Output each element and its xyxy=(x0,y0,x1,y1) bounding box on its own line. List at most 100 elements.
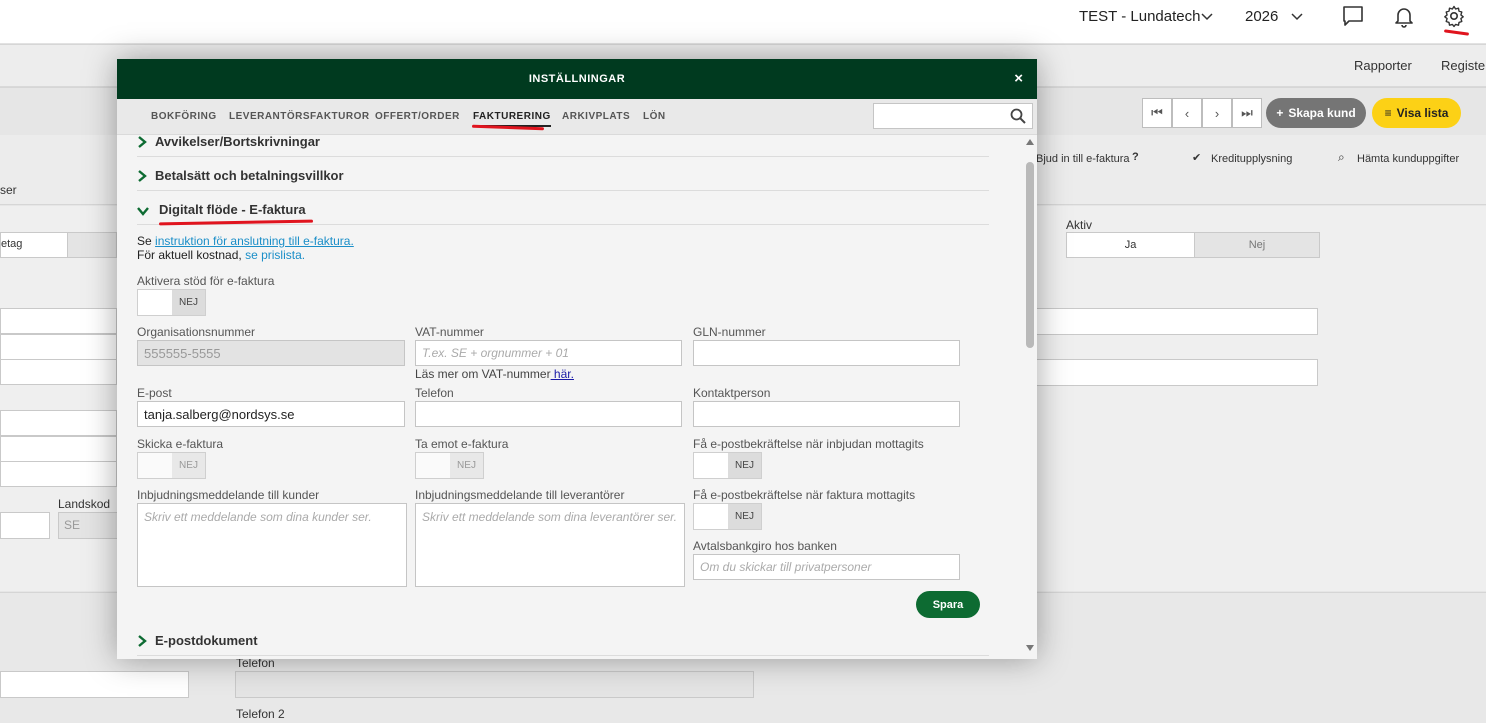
tab-leverantorsfakturor[interactable]: LEVERANTÖRSFAKTUROR xyxy=(229,111,370,122)
chevron-right-icon xyxy=(138,136,147,148)
bg-input-left-6[interactable] xyxy=(0,461,117,487)
etag-partial-label: etag xyxy=(1,238,23,250)
modal-header: INSTÄLLNINGAR × xyxy=(117,59,1037,99)
bg-input-lower-left[interactable] xyxy=(0,671,189,698)
bjud-in-link[interactable]: Bjud in till e-faktura xyxy=(1036,153,1130,165)
bg-input-right-2[interactable] xyxy=(1036,359,1318,386)
save-button[interactable]: Spara xyxy=(916,591,980,618)
kontakt-field[interactable] xyxy=(693,401,960,427)
bg-input-left-4[interactable] xyxy=(0,410,117,436)
bekr-inbjudan-toggle[interactable]: NEJ xyxy=(693,452,762,479)
modal-scrollbar[interactable] xyxy=(1023,135,1037,659)
menu-register[interactable]: Register xyxy=(1441,58,1486,73)
list-icon: ≡ xyxy=(1384,106,1392,120)
inbj-lev-textarea[interactable]: Skriv ett meddelande som dina leverantör… xyxy=(415,503,685,587)
prev-record-button[interactable]: ‹ xyxy=(1172,98,1202,128)
gear-icon[interactable] xyxy=(1442,4,1466,28)
tab-fakturering[interactable]: FAKTURERING xyxy=(473,111,551,127)
taemot-label: Ta emot e-faktura xyxy=(415,437,509,451)
prislista-link[interactable]: se prislista. xyxy=(245,248,305,262)
close-icon[interactable]: × xyxy=(1014,70,1023,87)
section-avvikelser[interactable]: Avvikelser/Bortskrivningar xyxy=(137,129,989,157)
toggle-knob xyxy=(416,453,450,478)
company-selector[interactable]: TEST - Lundatech xyxy=(1079,8,1200,25)
kreditupplysning-link[interactable]: Kreditupplysning xyxy=(1211,153,1292,165)
inbj-kunder-textarea[interactable]: Skriv ett meddelande som dina kunder ser… xyxy=(137,503,407,587)
vat-field[interactable]: T.ex. SE + orgnummer + 01 xyxy=(415,340,682,366)
vat-info-line: Läs mer om VAT-nummer här. xyxy=(415,367,574,381)
aktivera-label: Aktivera stöd för e-faktura xyxy=(137,274,275,288)
section-title: Betalsätt och betalningsvillkor xyxy=(155,168,344,183)
first-record-button[interactable]: ⏮ xyxy=(1142,98,1172,128)
search-icon[interactable] xyxy=(1010,108,1026,124)
toggle-knob xyxy=(694,504,728,529)
help-icon[interactable]: ? xyxy=(1132,151,1139,163)
telefon-field[interactable] xyxy=(415,401,682,427)
epost-field[interactable]: tanja.salberg@nordsys.se xyxy=(137,401,405,427)
aktiv-nej-label: Nej xyxy=(1248,239,1266,251)
telefon-label: Telefon xyxy=(415,386,454,400)
telefon-field[interactable] xyxy=(235,671,754,698)
landskod-value: SE xyxy=(64,518,81,532)
modal-title: INSTÄLLNINGAR xyxy=(528,73,626,85)
toggle-knob xyxy=(138,290,172,315)
bg-input-left-2[interactable] xyxy=(0,334,117,360)
bekr-faktura-toggle[interactable]: NEJ xyxy=(693,503,762,530)
bg-input-left-3[interactable] xyxy=(0,359,117,385)
visa-lista-label: Visa lista xyxy=(1396,106,1449,120)
bankgiro-field[interactable]: Om du skickar till privatpersoner xyxy=(693,554,960,580)
section-title: E-postdokument xyxy=(155,633,258,648)
skicka-label: Skicka e-faktura xyxy=(137,437,224,451)
vat-label: VAT-nummer xyxy=(415,325,484,339)
section-betalsatt[interactable]: Betalsätt och betalningsvillkor xyxy=(137,163,989,191)
orgnr-field[interactable]: 555555-5555 xyxy=(137,340,405,366)
tab-offert-order[interactable]: OFFERT/ORDER xyxy=(375,111,460,122)
next-record-button[interactable]: › xyxy=(1202,98,1232,128)
skicka-toggle[interactable]: NEJ xyxy=(137,452,206,479)
chevron-down-icon[interactable] xyxy=(1200,9,1214,23)
inbj-kunder-label: Inbjudningsmeddelande till kunder xyxy=(137,488,320,502)
tab-lon[interactable]: LÖN xyxy=(643,111,666,122)
instruktion-link[interactable]: instruktion för anslutning till e-faktur… xyxy=(155,234,354,248)
year-selector[interactable]: 2026 xyxy=(1245,8,1278,25)
gln-field[interactable] xyxy=(693,340,960,366)
bg-input-right-1[interactable] xyxy=(1036,308,1318,335)
aktiv-ja-option[interactable]: Ja xyxy=(1066,232,1195,258)
chevron-down-icon[interactable] xyxy=(1290,9,1304,23)
epost-label: E-post xyxy=(137,386,172,400)
aktivera-toggle[interactable]: NEJ xyxy=(137,289,206,316)
toggle-state: NEJ xyxy=(728,453,761,478)
last-record-button[interactable]: ⏭ xyxy=(1232,98,1262,128)
hamta-kunduppgifter-link[interactable]: Hämta kunduppgifter xyxy=(1357,153,1459,165)
settings-search-input[interactable] xyxy=(873,103,1033,129)
kostnad-prefix: För aktuell kostnad, xyxy=(137,248,242,262)
bg-input-left-1[interactable] xyxy=(0,308,117,334)
kostnad-line: För aktuell kostnad, se prislista. xyxy=(137,248,305,262)
plus-icon: + xyxy=(1276,106,1284,120)
section-epostdokument[interactable]: E-postdokument xyxy=(137,628,989,656)
bg-input-left-5[interactable] xyxy=(0,436,117,462)
landskod-field[interactable]: SE xyxy=(58,512,118,539)
bg-input-left-7[interactable] xyxy=(0,512,50,539)
bg-option-2[interactable] xyxy=(67,232,117,258)
chat-icon[interactable] xyxy=(1341,4,1365,28)
vat-info-link[interactable]: här. xyxy=(551,367,574,381)
search-icon: ⌕ xyxy=(1338,150,1345,164)
scroll-up-icon[interactable] xyxy=(1026,139,1034,145)
aktiv-nej-option[interactable]: Nej xyxy=(1194,232,1320,258)
menu-rapporter[interactable]: Rapporter xyxy=(1354,58,1412,73)
landskod-label: Landskod xyxy=(58,497,111,511)
bg-etag-option[interactable]: etag xyxy=(0,232,68,258)
tab-bokforing[interactable]: BOKFÖRING xyxy=(151,111,217,122)
taemot-toggle[interactable]: NEJ xyxy=(415,452,484,479)
bell-icon[interactable] xyxy=(1392,4,1416,28)
scroll-down-icon[interactable] xyxy=(1026,645,1034,651)
visa-lista-button[interactable]: ≡ Visa lista xyxy=(1372,98,1461,128)
chevron-right-icon xyxy=(138,635,147,647)
inbj-lev-label: Inbjudningsmeddelande till leverantörer xyxy=(415,488,625,502)
scroll-thumb[interactable] xyxy=(1026,162,1034,348)
tab-arkivplats[interactable]: ARKIVPLATS xyxy=(562,111,630,122)
skapa-kund-button[interactable]: + Skapa kund xyxy=(1266,98,1366,128)
chevron-right-icon xyxy=(138,170,147,182)
toggle-knob xyxy=(138,453,172,478)
